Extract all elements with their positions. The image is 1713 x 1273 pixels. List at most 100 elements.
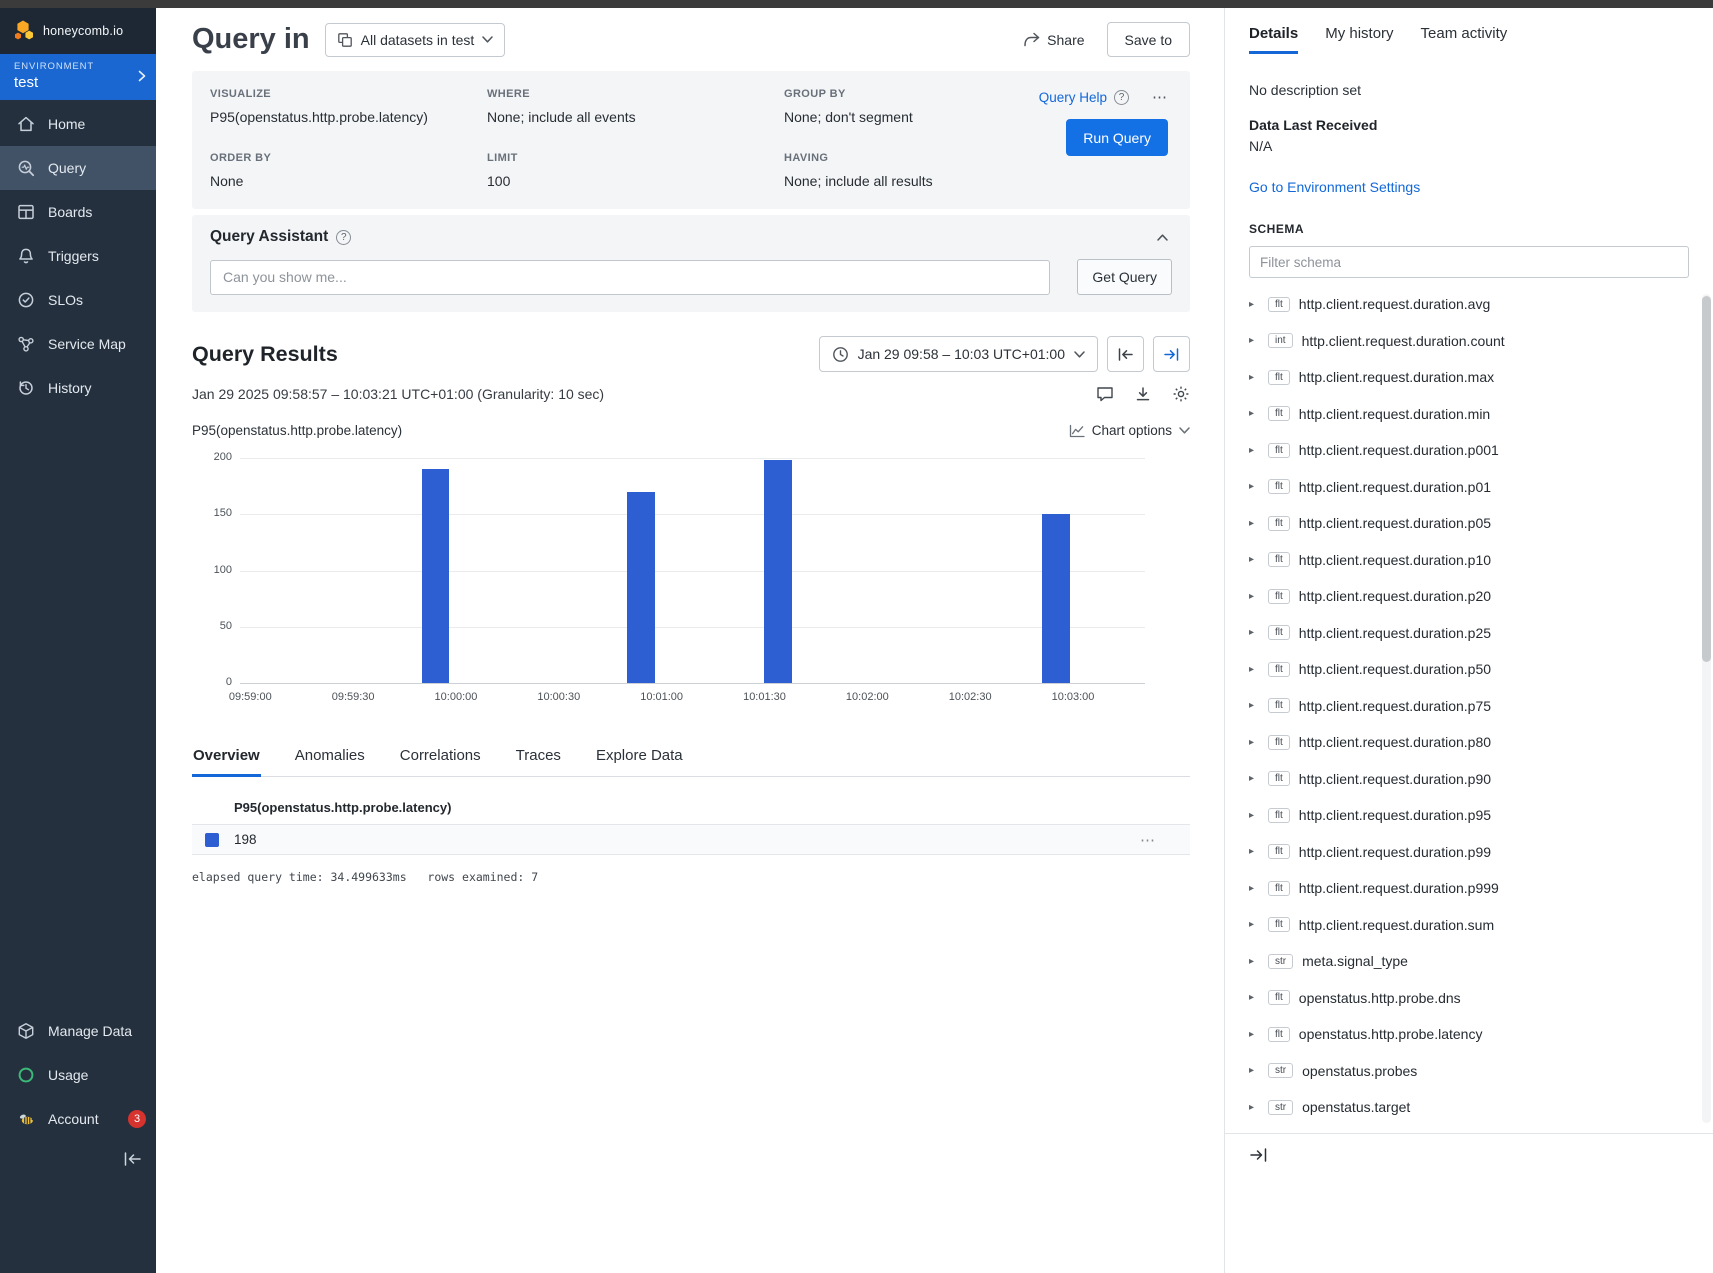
sidebar-item-account[interactable]: Account3	[0, 1097, 156, 1141]
schema-field-row[interactable]: ▸flthttp.client.request.duration.min	[1249, 396, 1689, 433]
schema-field-row[interactable]: ▸flthttp.client.request.duration.p999	[1249, 870, 1689, 907]
schema-field-row[interactable]: ▸fltopenstatus.http.probe.dns	[1249, 980, 1689, 1017]
expand-caret-icon[interactable]: ▸	[1249, 591, 1259, 602]
time-range-selector[interactable]: Jan 29 09:58 – 10:03 UTC+01:00	[819, 336, 1098, 372]
results-tab-explore-data[interactable]: Explore Data	[595, 740, 684, 776]
schema-field-row[interactable]: ▸stropenstatus.target	[1249, 1089, 1689, 1126]
expand-caret-icon[interactable]: ▸	[1249, 919, 1259, 930]
where-clause[interactable]: WHERE None; include all events	[487, 88, 784, 125]
sidebar-item-service-map[interactable]: Service Map	[0, 322, 156, 366]
chart-options-button[interactable]: Chart options	[1069, 423, 1190, 438]
row-more-icon[interactable]: ⋯	[1140, 831, 1156, 849]
expand-caret-icon[interactable]: ▸	[1249, 810, 1259, 821]
help-icon[interactable]: ?	[1114, 90, 1129, 105]
schema-field-row[interactable]: ▸flthttp.client.request.duration.sum	[1249, 907, 1689, 944]
comment-icon[interactable]	[1096, 386, 1114, 402]
schema-field-row[interactable]: ▸flthttp.client.request.duration.p25	[1249, 615, 1689, 652]
run-query-button[interactable]: Run Query	[1066, 119, 1168, 156]
schema-field-row[interactable]: ▸fltopenstatus.http.probe.latency	[1249, 1016, 1689, 1053]
schema-field-row[interactable]: ▸stropenstatus.probes	[1249, 1053, 1689, 1090]
collapse-sidebar-icon[interactable]	[123, 1151, 142, 1167]
order-by-clause[interactable]: ORDER BY None	[210, 152, 487, 189]
details-tab-my-history[interactable]: My history	[1325, 25, 1393, 54]
schema-field-row[interactable]: ▸flthttp.client.request.duration.p01	[1249, 469, 1689, 506]
expand-caret-icon[interactable]: ▸	[1249, 554, 1259, 565]
honeycomb-logo[interactable]: honeycomb.io	[0, 8, 156, 54]
sidebar-item-manage-data[interactable]: Manage Data	[0, 1009, 156, 1053]
schema-field-row[interactable]: ▸flthttp.client.request.duration.p001	[1249, 432, 1689, 469]
sidebar-item-boards[interactable]: Boards	[0, 190, 156, 234]
schema-field-row[interactable]: ▸flthttp.client.request.duration.p90	[1249, 761, 1689, 798]
results-tab-traces[interactable]: Traces	[515, 740, 562, 776]
results-tab-correlations[interactable]: Correlations	[399, 740, 482, 776]
schema-field-row[interactable]: ▸flthttp.client.request.duration.p10	[1249, 542, 1689, 579]
limit-clause[interactable]: LIMIT 100	[487, 152, 784, 189]
gear-icon[interactable]	[1172, 385, 1190, 403]
schema-field-row[interactable]: ▸flthttp.client.request.duration.p50	[1249, 651, 1689, 688]
environment-selector[interactable]: ENVIRONMENT test	[0, 54, 156, 100]
query-help-link[interactable]: Query Help	[1039, 90, 1107, 105]
previous-time-window-button[interactable]	[1107, 336, 1144, 372]
schema-field-row[interactable]: ▸flthttp.client.request.duration.p20	[1249, 578, 1689, 615]
results-tab-anomalies[interactable]: Anomalies	[294, 740, 366, 776]
sidebar-item-home[interactable]: Home	[0, 102, 156, 146]
expand-caret-icon[interactable]: ▸	[1249, 1102, 1259, 1113]
expand-caret-icon[interactable]: ▸	[1249, 773, 1259, 784]
chart-bar[interactable]	[422, 469, 449, 683]
download-icon[interactable]	[1135, 386, 1151, 402]
get-query-button[interactable]: Get Query	[1077, 259, 1172, 295]
collapse-details-icon[interactable]	[1249, 1147, 1713, 1163]
details-tab-details[interactable]: Details	[1249, 25, 1298, 54]
expand-caret-icon[interactable]: ▸	[1249, 372, 1259, 383]
sidebar-item-slos[interactable]: SLOs	[0, 278, 156, 322]
expand-caret-icon[interactable]: ▸	[1249, 1065, 1259, 1076]
expand-caret-icon[interactable]: ▸	[1249, 883, 1259, 894]
environment-settings-link[interactable]: Go to Environment Settings	[1249, 179, 1420, 195]
group-by-clause[interactable]: GROUP BY None; don't segment	[784, 88, 996, 125]
sidebar-item-triggers[interactable]: Triggers	[0, 234, 156, 278]
sidebar-item-query[interactable]: Query	[0, 146, 156, 190]
expand-caret-icon[interactable]: ▸	[1249, 700, 1259, 711]
expand-caret-icon[interactable]: ▸	[1249, 627, 1259, 638]
more-options-icon[interactable]: ⋯	[1152, 88, 1168, 106]
expand-caret-icon[interactable]: ▸	[1249, 299, 1259, 310]
visualize-clause[interactable]: VISUALIZE P95(openstatus.http.probe.late…	[210, 88, 487, 125]
share-button[interactable]: Share	[1023, 32, 1084, 48]
schema-field-row[interactable]: ▸flthttp.client.request.duration.p75	[1249, 688, 1689, 725]
scrollbar-thumb[interactable]	[1702, 296, 1711, 662]
expand-caret-icon[interactable]: ▸	[1249, 737, 1259, 748]
dataset-selector[interactable]: All datasets in test	[325, 23, 506, 57]
schema-field-row[interactable]: ▸flthttp.client.request.duration.p99	[1249, 834, 1689, 871]
expand-caret-icon[interactable]: ▸	[1249, 992, 1259, 1003]
expand-caret-icon[interactable]: ▸	[1249, 335, 1259, 346]
schema-field-row[interactable]: ▸strmeta.signal_type	[1249, 943, 1689, 980]
schema-field-row[interactable]: ▸flthttp.client.request.duration.p80	[1249, 724, 1689, 761]
chart-bar[interactable]	[627, 492, 654, 683]
schema-field-row[interactable]: ▸flthttp.client.request.duration.p05	[1249, 505, 1689, 542]
help-icon[interactable]: ?	[336, 230, 351, 245]
result-row[interactable]: 198⋯	[192, 825, 1190, 855]
collapse-assistant-icon[interactable]	[1157, 234, 1172, 241]
sidebar-item-history[interactable]: History	[0, 366, 156, 410]
chart-bar[interactable]	[764, 460, 791, 683]
schema-field-row[interactable]: ▸flthttp.client.request.duration.p95	[1249, 797, 1689, 834]
results-tab-overview[interactable]: Overview	[192, 740, 261, 777]
details-tab-team-activity[interactable]: Team activity	[1421, 25, 1508, 54]
expand-caret-icon[interactable]: ▸	[1249, 408, 1259, 419]
having-clause[interactable]: HAVING None; include all results	[784, 152, 996, 189]
expand-caret-icon[interactable]: ▸	[1249, 664, 1259, 675]
expand-caret-icon[interactable]: ▸	[1249, 846, 1259, 857]
assistant-input[interactable]	[210, 260, 1050, 295]
save-to-button[interactable]: Save to	[1107, 22, 1190, 57]
expand-caret-icon[interactable]: ▸	[1249, 956, 1259, 967]
sidebar-item-usage[interactable]: Usage	[0, 1053, 156, 1097]
schema-filter-input[interactable]	[1249, 246, 1689, 278]
expand-caret-icon[interactable]: ▸	[1249, 481, 1259, 492]
expand-caret-icon[interactable]: ▸	[1249, 1029, 1259, 1040]
expand-caret-icon[interactable]: ▸	[1249, 445, 1259, 456]
next-time-window-button[interactable]	[1153, 336, 1190, 372]
schema-field-row[interactable]: ▸flthttp.client.request.duration.avg	[1249, 286, 1689, 323]
expand-caret-icon[interactable]: ▸	[1249, 518, 1259, 529]
schema-field-row[interactable]: ▸inthttp.client.request.duration.count	[1249, 323, 1689, 360]
chart-bar[interactable]	[1042, 514, 1069, 683]
